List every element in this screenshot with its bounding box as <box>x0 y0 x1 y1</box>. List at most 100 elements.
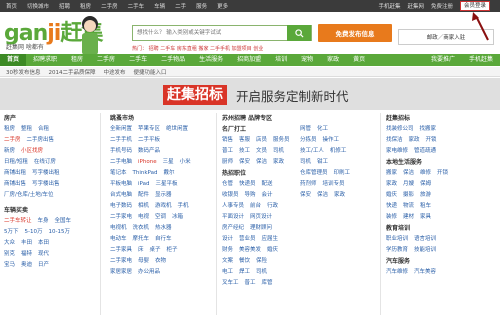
link[interactable]: 母婴 <box>138 256 149 267</box>
link[interactable]: 培训专员 <box>323 179 345 190</box>
link[interactable]: 库管 <box>262 278 273 289</box>
link[interactable]: 机修工 <box>330 146 347 157</box>
nav-mobile[interactable]: 手机赶集 <box>462 54 500 66</box>
link[interactable]: 找搬家 <box>420 124 437 135</box>
link[interactable]: 保洁 <box>317 190 328 201</box>
search-input[interactable] <box>133 26 283 40</box>
link[interactable]: 文案 <box>222 256 233 267</box>
link[interactable]: 冰箱 <box>172 212 183 223</box>
link[interactable]: 二手家电 <box>110 212 132 223</box>
top-link-cars[interactable]: 二手车 <box>128 2 145 10</box>
link[interactable]: 药剂师 <box>300 179 317 190</box>
link[interactable]: 文员 <box>256 146 267 157</box>
nav-item[interactable]: 首页 <box>0 54 27 66</box>
link[interactable]: 手机号码 <box>110 146 132 157</box>
link[interactable]: 床 <box>138 245 144 256</box>
link[interactable]: 普工 <box>222 146 233 157</box>
link[interactable]: 司机 <box>256 267 267 278</box>
hot-link[interactable]: 房东直租 <box>177 46 197 52</box>
nav-item[interactable]: 二手房 <box>90 54 122 66</box>
link[interactable]: 苹果专区 <box>138 124 160 135</box>
nav-item[interactable]: 家政 <box>320 54 346 66</box>
link[interactable]: 网管 <box>300 124 311 135</box>
link[interactable]: 网页设计 <box>250 212 272 223</box>
link[interactable]: 戴尔 <box>164 168 175 179</box>
hot-link[interactable]: 二手车 <box>160 46 175 52</box>
link[interactable]: 家政 <box>386 179 397 190</box>
link[interactable]: 本田 <box>38 238 49 249</box>
nav-item[interactable]: 培训 <box>268 54 294 66</box>
link[interactable]: 保洁 <box>403 168 414 179</box>
link[interactable]: 写字楼出租 <box>32 168 60 179</box>
link[interactable]: 仓管 <box>222 179 233 190</box>
link[interactable]: 保安 <box>239 157 250 168</box>
link[interactable]: 开锁 <box>426 135 437 146</box>
link[interactable]: 宝马 <box>4 260 15 271</box>
link[interactable]: 柜子 <box>167 245 178 256</box>
hot-link[interactable]: 创业 <box>253 46 263 52</box>
nav-item[interactable]: 生活服务 <box>192 54 230 66</box>
link[interactable]: 开锁 <box>437 168 448 179</box>
site-link[interactable]: 赶集网 <box>407 2 424 10</box>
link[interactable]: 办公用品 <box>138 267 160 278</box>
nav-item[interactable]: 招聘求职 <box>26 54 64 66</box>
link[interactable]: 电子数码 <box>110 201 132 212</box>
top-link-used[interactable]: 二手 <box>175 2 186 10</box>
sub-item[interactable]: 30秒发布信息 <box>6 68 41 76</box>
link[interactable]: 技工 <box>239 146 250 157</box>
link[interactable]: 家居家居 <box>110 267 132 278</box>
link[interactable]: 餐饮 <box>239 256 250 267</box>
link[interactable]: 搬家 <box>386 168 397 179</box>
link[interactable]: 租车 <box>420 201 431 212</box>
top-link-vehicles[interactable]: 车辆 <box>154 2 165 10</box>
link[interactable]: 大众 <box>4 238 15 249</box>
link[interactable]: 普工 <box>245 278 256 289</box>
link[interactable]: 家具 <box>420 212 431 223</box>
link[interactable]: 二手平板 <box>138 135 160 146</box>
nav-item[interactable]: 宠物 <box>294 54 320 66</box>
link[interactable]: 家政 <box>273 157 284 168</box>
link[interactable]: 财务 <box>222 245 233 256</box>
link[interactable]: 电工 <box>222 267 233 278</box>
link[interactable]: 家政 <box>334 190 345 201</box>
link[interactable]: iPad <box>138 179 149 190</box>
link[interactable]: 物流 <box>403 201 414 212</box>
link[interactable]: 商铺出租 <box>4 168 26 179</box>
nav-item[interactable]: 二手物品 <box>154 54 192 66</box>
link[interactable]: 二手家电 <box>110 256 132 267</box>
link[interactable]: 店员 <box>256 135 267 146</box>
link[interactable]: 职业培训 <box>386 234 408 245</box>
link[interactable]: 司机 <box>273 146 284 157</box>
link[interactable]: 焊工 <box>239 267 250 278</box>
link[interactable]: 管道疏通 <box>414 146 436 157</box>
link[interactable]: 二手手机 <box>110 135 132 146</box>
link[interactable]: 人事专员 <box>222 201 244 212</box>
top-link-more[interactable]: 更多 <box>217 2 228 10</box>
link[interactable]: 日产 <box>38 260 49 271</box>
top-link-city[interactable]: 切换城市 <box>27 2 49 10</box>
link[interactable]: 全国车 <box>55 216 72 227</box>
link[interactable]: 找保洁 <box>386 135 403 146</box>
link[interactable]: 厨师 <box>222 157 233 168</box>
link[interactable]: 婚庆 <box>267 245 278 256</box>
top-link-house[interactable]: 二手房 <box>101 2 118 10</box>
link[interactable]: 电视 <box>138 212 149 223</box>
nav-item[interactable]: 租房 <box>64 54 90 66</box>
link[interactable]: 厂房/仓库/土地/车位 <box>4 190 54 201</box>
link[interactable]: 家政 <box>409 135 420 146</box>
sub-item[interactable]: 中途发布 <box>104 68 126 76</box>
link[interactable]: 台式电脑 <box>110 190 132 201</box>
link[interactable]: 电动车 <box>110 234 127 245</box>
link[interactable]: 保安 <box>300 190 311 201</box>
link[interactable]: 小米 <box>180 157 191 168</box>
link[interactable]: 服务员 <box>273 135 290 146</box>
hot-link[interactable]: 加盟项目 <box>232 46 252 52</box>
link[interactable]: 司机 <box>300 157 311 168</box>
link[interactable]: 汽车维修 <box>386 267 408 278</box>
sub-item[interactable]: 2014二手品质保障 <box>49 68 96 76</box>
link[interactable]: 丰田 <box>21 238 32 249</box>
hot-link[interactable]: 二手手机 <box>210 46 230 52</box>
link[interactable]: 语言培训 <box>414 234 436 245</box>
link[interactable]: 技能培训 <box>414 245 436 256</box>
link[interactable]: 别克 <box>4 249 15 260</box>
